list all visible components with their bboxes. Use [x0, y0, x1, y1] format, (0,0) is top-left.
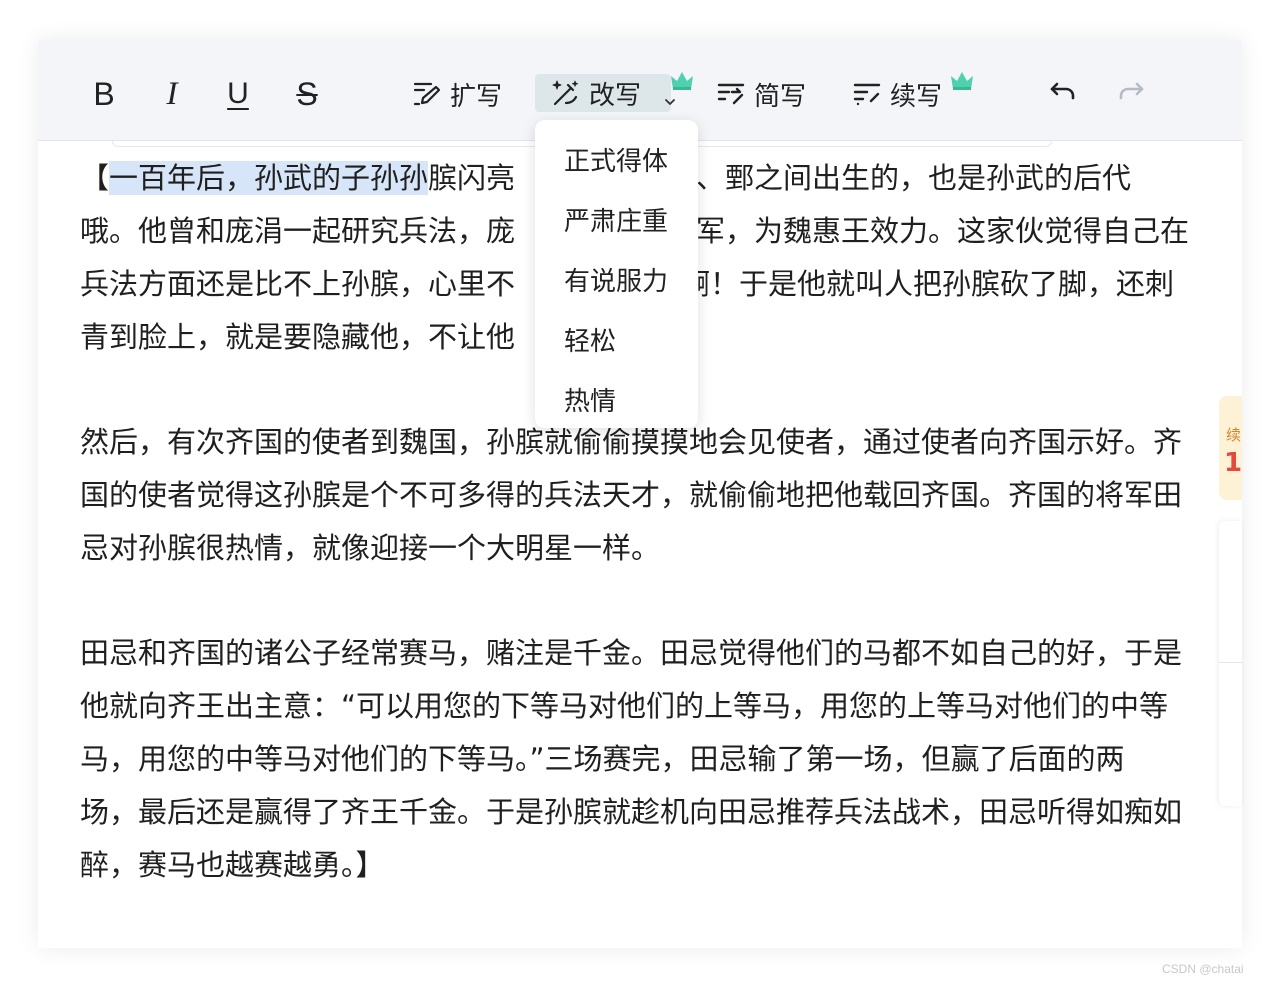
expand-button[interactable]: 扩写 [412, 74, 502, 114]
continue-label: 续写 [890, 81, 943, 112]
continue-button[interactable]: 续写 [852, 74, 942, 114]
italic-button[interactable]: I [152, 74, 192, 114]
undo-button[interactable] [1048, 76, 1078, 106]
magic-wand-icon [549, 77, 581, 109]
expand-label: 扩写 [450, 81, 503, 112]
text-fragment: 将军，为魏惠王效力。这家伙觉得自己在 [667, 214, 1190, 248]
paragraph-2: 然后，有次齐国的使者到魏国，孙膑就偷偷摸摸地会见使者，通过使者向齐国示好。齐 国… [80, 416, 1230, 575]
text-line: 场，最后还是赢得了齐王千金。于是孙膑就趁机向田忌推荐兵法战术，田忌听得如痴如 [80, 795, 1183, 829]
rewrite-label: 改写 [589, 80, 642, 111]
rewrite-button[interactable]: 改写 [535, 74, 672, 112]
app-root: B I U S 扩写 改写 简写 续写 【一百年后，孙武的子孙孙膑闪亮 阿、鄄之… [0, 0, 1280, 987]
strikethrough-button[interactable]: S [287, 74, 327, 114]
bracket-open: 【 [80, 161, 110, 195]
crown-icon [669, 70, 695, 92]
text-line: 马，用您的中等马对他们的下等马。”三场赛完，田忌输了第一场，但赢了后面的两 [80, 742, 1125, 776]
text-line: 忌对孙膑很热情，就像迎接一个大明星一样。 [80, 531, 661, 565]
menu-item-formal[interactable]: 正式得体 [564, 141, 668, 178]
menu-item-serious[interactable]: 严肃庄重 [564, 201, 668, 238]
crown-icon [949, 70, 975, 92]
simplify-label: 简写 [754, 81, 807, 112]
redo-button[interactable] [1116, 76, 1146, 106]
undo-icon [1048, 76, 1078, 106]
badge-count: 1 [1224, 448, 1242, 478]
text-fragment: 青到脸上，就是要隐藏他，不让他 [80, 320, 516, 354]
side-promo-badge[interactable]: 续 1 [1219, 396, 1242, 500]
lines-shorten-icon [716, 79, 746, 109]
underline-button[interactable]: U [218, 74, 258, 114]
selected-text: 一百年后，孙武的子孙孙 [109, 161, 429, 195]
text-line: 他就向齐王出主意：“可以用您的下等马对他们的上等马，用您的上等马对他们的中等 [80, 689, 1169, 723]
menu-item-relaxed[interactable]: 轻松 [564, 321, 616, 358]
simplify-button[interactable]: 简写 [716, 74, 806, 114]
divider [1219, 662, 1242, 663]
text-fragment: 膑闪亮 [428, 161, 516, 195]
watermark: CSDN @chatai [1162, 962, 1244, 976]
menu-item-enthusiastic[interactable]: 热情 [564, 381, 616, 418]
side-panel[interactable] [1219, 521, 1242, 806]
pen-expand-icon [412, 79, 442, 109]
text-fragment: 阿、鄄之间出生的，也是孙武的后代 [667, 161, 1132, 195]
text-fragment: 哦。他曾和庞涓一起研究兵法，庞 [80, 214, 516, 248]
paragraph-3: 田忌和齐国的诸公子经常赛马，赌注是千金。田忌觉得他们的马都不如自己的好，于是 他… [80, 627, 1230, 892]
redo-icon [1116, 76, 1146, 106]
text-line: 田忌和齐国的诸公子经常赛马，赌注是千金。田忌觉得他们的马都不如自己的好，于是 [80, 636, 1183, 670]
chevron-down-icon [664, 92, 676, 111]
text-fragment: 啊！于是他就叫人把孙膑砍了脚，还刺 [681, 267, 1175, 301]
bold-button[interactable]: B [84, 74, 124, 114]
rewrite-style-menu: 正式得体 严肃庄重 有说服力 轻松 热情 [535, 120, 698, 428]
text-fragment: 兵法方面还是比不上孙膑，心里不 [80, 267, 516, 301]
text-line: 醉，赛马也越赛越勇。】 [80, 848, 385, 882]
lines-plus-icon [852, 79, 882, 109]
text-line: 国的使者觉得这孙膑是个不可多得的兵法天才，就偷偷地把他载回齐国。齐国的将军田 [80, 478, 1183, 512]
badge-label: 续 [1226, 426, 1242, 444]
menu-item-persuasive[interactable]: 有说服力 [564, 261, 668, 298]
